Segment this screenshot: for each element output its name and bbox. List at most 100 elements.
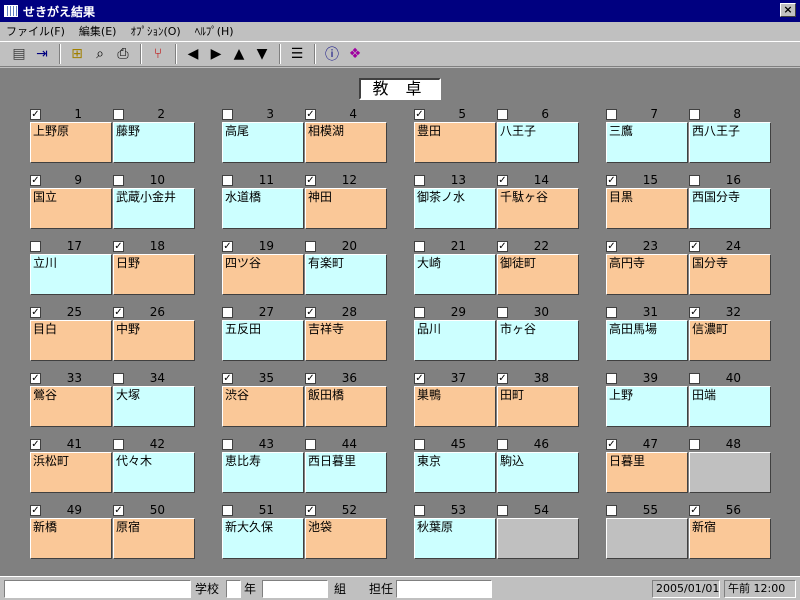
seat-name-box[interactable]: 藤野 [113,122,195,163]
help-book-button[interactable]: ❖ [344,43,366,65]
print-button[interactable]: ⎙ [112,43,134,65]
seat-checkbox[interactable] [414,439,425,450]
seat-checkbox[interactable]: ✓ [113,505,124,516]
seat-checkbox[interactable]: ✓ [305,505,316,516]
arrow-left-button[interactable]: ◀ [182,43,204,65]
seat-checkbox[interactable] [222,109,233,120]
seat-name-box[interactable]: 秋葉原 [414,518,496,559]
seat-name-box[interactable]: 日野 [113,254,195,295]
seat-name-box[interactable]: 千駄ヶ谷 [497,188,579,229]
seat-name-box[interactable]: 新橋 [30,518,112,559]
seat-name-box[interactable]: 品川 [414,320,496,361]
seat-checkbox[interactable] [414,175,425,186]
seat-checkbox[interactable] [222,439,233,450]
seat-name-box[interactable]: 田端 [689,386,771,427]
seat-name-box[interactable]: 巣鴨 [414,386,496,427]
arrow-down-button[interactable]: ▼ [251,43,273,65]
seat-checkbox[interactable] [414,505,425,516]
seat-checkbox[interactable] [414,241,425,252]
seat-checkbox[interactable]: ✓ [222,373,233,384]
seat-checkbox[interactable]: ✓ [497,175,508,186]
seat-name-box[interactable]: 国分寺 [689,254,771,295]
seat-name-box[interactable]: 田町 [497,386,579,427]
seat-name-box[interactable]: 国立 [30,188,112,229]
seat-checkbox[interactable] [30,241,41,252]
seat-checkbox[interactable]: ✓ [30,307,41,318]
seat-name-box[interactable]: 目黒 [606,188,688,229]
seat-name-box[interactable]: 高円寺 [606,254,688,295]
menu-options[interactable]: ｵﾌﾟｼｮﾝ(O) [130,23,180,39]
seat-name-box[interactable]: 代々木 [113,452,195,493]
seat-name-box[interactable]: 豊田 [414,122,496,163]
seat-name-box[interactable]: 三鷹 [606,122,688,163]
seat-name-box[interactable]: 御徒町 [497,254,579,295]
seat-name-box[interactable]: 上野 [606,386,688,427]
seat-checkbox[interactable] [689,109,700,120]
seat-checkbox[interactable]: ✓ [305,109,316,120]
seat-checkbox[interactable] [113,373,124,384]
seat-name-box[interactable]: 高尾 [222,122,304,163]
seat-name-box[interactable]: 吉祥寺 [305,320,387,361]
save-button[interactable]: ▤ [8,43,30,65]
seat-name-box[interactable]: 高田馬場 [606,320,688,361]
seat-checkbox[interactable]: ✓ [497,373,508,384]
seat-name-box[interactable]: 有楽町 [305,254,387,295]
seat-name-box[interactable]: 中野 [113,320,195,361]
close-button[interactable]: × [780,3,796,17]
seat-name-box[interactable]: 西日暮里 [305,452,387,493]
seat-checkbox[interactable] [414,307,425,318]
seat-name-box[interactable]: 渋谷 [222,386,304,427]
seat-checkbox[interactable] [305,241,316,252]
arrow-right-button[interactable]: ▶ [205,43,227,65]
info-button[interactable]: ⓘ [321,43,343,65]
seat-name-box[interactable]: 原宿 [113,518,195,559]
seat-name-box[interactable]: 神田 [305,188,387,229]
seat-checkbox[interactable] [689,373,700,384]
seat-name-box[interactable] [606,518,688,559]
seat-checkbox[interactable] [497,109,508,120]
seat-checkbox[interactable] [222,307,233,318]
seat-name-box[interactable]: 新大久保 [222,518,304,559]
seat-checkbox[interactable] [113,439,124,450]
arrow-up-button[interactable]: ▲ [228,43,250,65]
seat-checkbox[interactable] [497,307,508,318]
seat-checkbox[interactable] [606,109,617,120]
seat-checkbox[interactable]: ✓ [414,373,425,384]
seat-checkbox[interactable]: ✓ [305,307,316,318]
seat-checkbox[interactable]: ✓ [30,109,41,120]
seat-checkbox[interactable] [305,439,316,450]
seat-checkbox[interactable]: ✓ [30,439,41,450]
seat-checkbox[interactable] [222,175,233,186]
seat-checkbox[interactable]: ✓ [689,241,700,252]
seat-name-box[interactable]: 武蔵小金井 [113,188,195,229]
seat-name-box[interactable] [689,452,771,493]
seat-checkbox[interactable]: ✓ [30,175,41,186]
seat-name-box[interactable]: 八王子 [497,122,579,163]
open-folder-button[interactable]: ⊞ [66,43,88,65]
exit-button[interactable]: ⇥ [31,43,53,65]
seat-name-box[interactable]: 池袋 [305,518,387,559]
title-bar[interactable]: せきがえ結果 × [0,0,800,22]
seat-name-box[interactable]: 五反田 [222,320,304,361]
seat-checkbox[interactable] [606,307,617,318]
seat-name-box[interactable]: 御茶ノ水 [414,188,496,229]
seat-checkbox[interactable]: ✓ [497,241,508,252]
seat-checkbox[interactable]: ✓ [606,175,617,186]
seat-checkbox[interactable] [497,439,508,450]
print-preview-button[interactable]: ⌕ [89,43,111,65]
seat-checkbox[interactable]: ✓ [689,505,700,516]
seat-name-box[interactable]: 上野原 [30,122,112,163]
menu-edit[interactable]: 編集(E) [79,23,117,39]
seat-name-box[interactable]: 西国分寺 [689,188,771,229]
seat-name-box[interactable]: 水道橋 [222,188,304,229]
seat-name-box[interactable] [497,518,579,559]
seat-checkbox[interactable] [113,175,124,186]
seat-checkbox[interactable] [689,175,700,186]
seat-name-box[interactable]: 新宿 [689,518,771,559]
seat-checkbox[interactable]: ✓ [30,373,41,384]
seat-checkbox[interactable]: ✓ [305,175,316,186]
seat-checkbox[interactable] [606,373,617,384]
seat-name-box[interactable]: 目白 [30,320,112,361]
seat-name-box[interactable]: 飯田橋 [305,386,387,427]
seat-checkbox[interactable] [606,505,617,516]
